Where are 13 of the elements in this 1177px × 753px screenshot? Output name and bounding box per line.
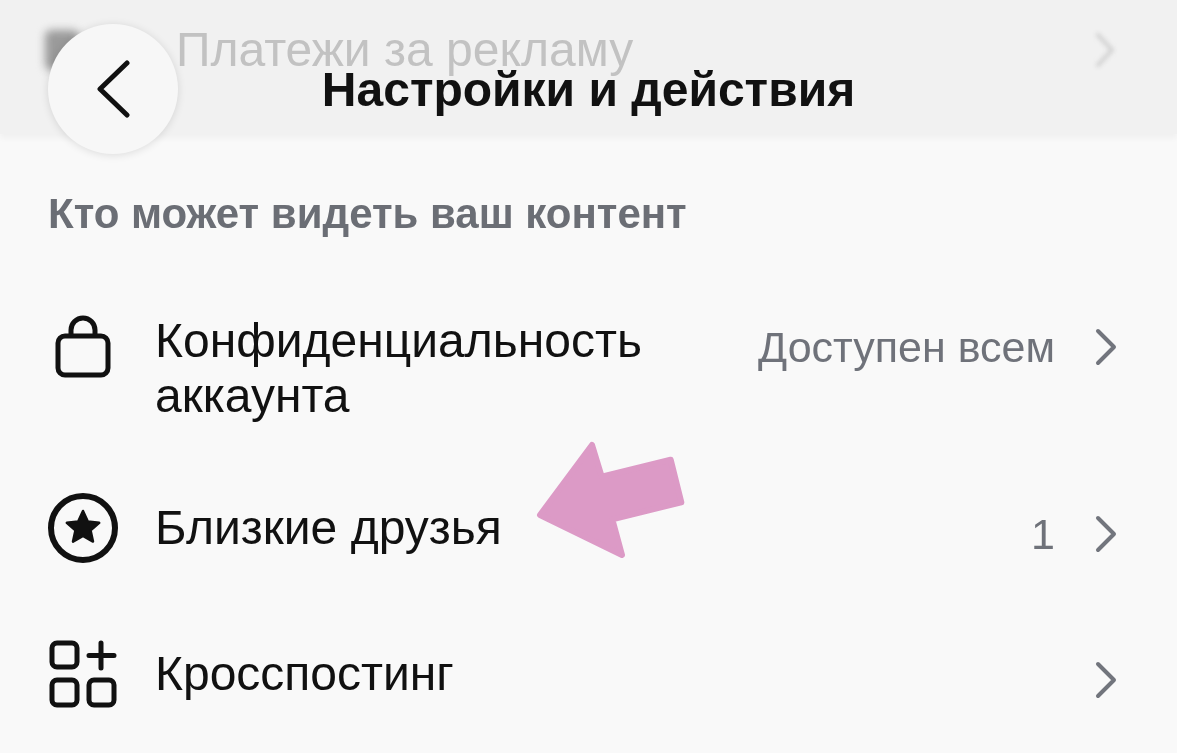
setting-label: Конфиденциальность аккаунта	[155, 313, 643, 423]
setting-label: Близкие друзья	[155, 500, 502, 555]
star-circle-icon	[48, 492, 118, 563]
setting-value: 1	[1031, 508, 1055, 559]
grid-plus-icon	[49, 639, 117, 708]
setting-label: Кросспостинг	[155, 646, 454, 701]
chevron-right-icon[interactable]	[1095, 660, 1117, 699]
chevron-right-icon[interactable]	[1095, 514, 1117, 553]
chevron-right-icon[interactable]	[1095, 327, 1117, 366]
setting-value: Доступен всем	[758, 321, 1055, 372]
chevron-left-icon	[96, 60, 130, 118]
section-heading: Кто может видеть ваш контент	[48, 190, 688, 238]
lock-icon	[55, 313, 111, 378]
